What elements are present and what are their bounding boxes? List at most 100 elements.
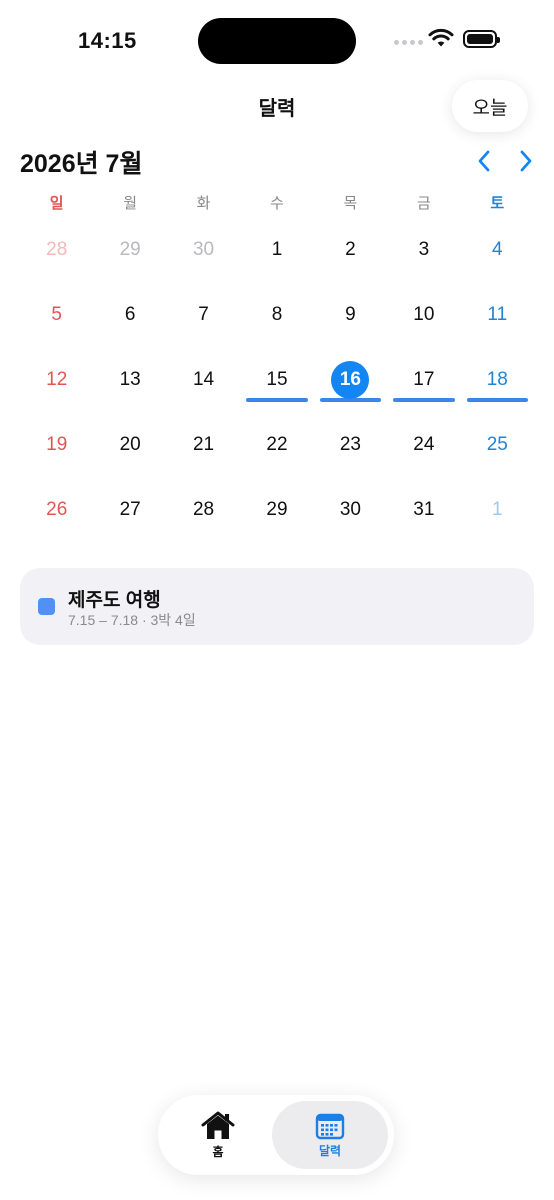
calendar-day[interactable]: 30: [167, 217, 240, 282]
event-bar: [466, 398, 528, 402]
calendar-day[interactable]: 29: [240, 477, 313, 542]
calendar-grid: 28 29 30 1 2 3 4 5 6 7 8 9 10 11 12 13 14 15 16 17 18 19 20 21 2…: [20, 217, 534, 542]
weekday-label: 토: [490, 195, 505, 212]
calendar-day[interactable]: 6: [93, 282, 166, 347]
day-number: 18: [486, 368, 508, 390]
calendar-day[interactable]: 28: [20, 217, 93, 282]
day-number: 14: [192, 368, 215, 390]
dynamic-island: [198, 18, 356, 64]
calendar-day[interactable]: 14: [167, 347, 240, 412]
calendar-day[interactable]: 23: [314, 412, 387, 477]
day-number: 1: [271, 238, 283, 260]
weekday-label: 금: [416, 195, 431, 212]
day-number: 22: [266, 433, 288, 455]
calendar-day[interactable]: 2: [314, 217, 387, 282]
day-number: 28: [46, 238, 68, 260]
day-number: 25: [486, 433, 508, 455]
calendar-day[interactable]: 26: [20, 477, 93, 542]
calendar-icon: [315, 1113, 345, 1139]
weekday-label: 월: [123, 195, 138, 212]
calendar-day[interactable]: 8: [240, 282, 313, 347]
day-number: 27: [119, 498, 141, 520]
day-number: 9: [345, 303, 356, 325]
day-number: 4: [491, 238, 503, 260]
calendar-day[interactable]: 28: [167, 477, 240, 542]
day-number: 26: [46, 498, 68, 520]
day-number: 12: [46, 368, 68, 390]
chevron-right-icon: [520, 150, 532, 172]
day-number: 1: [491, 498, 503, 520]
tab-bar: 홈 달력: [158, 1095, 394, 1175]
weekday-label: 일: [49, 195, 64, 212]
calendar-day[interactable]: 15: [240, 347, 313, 412]
today-button[interactable]: 오늘: [452, 80, 528, 132]
cellular-signal-icon: [394, 40, 423, 45]
day-number: 19: [46, 433, 68, 455]
calendar-day[interactable]: 13: [93, 347, 166, 412]
day-number: 23: [339, 433, 361, 455]
calendar-day[interactable]: 19: [20, 412, 93, 477]
calendar-day[interactable]: 7: [167, 282, 240, 347]
tab-home[interactable]: 홈: [164, 1101, 272, 1169]
status-time: 14:15: [78, 28, 137, 53]
calendar-day[interactable]: 9: [314, 282, 387, 347]
day-number: 15: [266, 368, 288, 390]
day-number: 31: [413, 498, 435, 520]
day-number: 6: [124, 303, 136, 325]
weekday-header: 일월화수목금토: [20, 192, 534, 213]
calendar-day[interactable]: 27: [93, 477, 166, 542]
day-number: 28: [192, 498, 215, 520]
calendar-day[interactable]: 17: [387, 347, 460, 412]
tab-home-label: 홈: [212, 1144, 224, 1159]
event-bar: [319, 398, 382, 402]
weekday-label: 수: [270, 195, 284, 212]
next-month-button[interactable]: [514, 148, 538, 174]
wifi-icon: [428, 28, 454, 47]
previous-month-button[interactable]: [472, 148, 496, 174]
event-bar: [393, 398, 455, 402]
calendar-day[interactable]: 10: [387, 282, 460, 347]
day-number: 8: [271, 303, 283, 325]
day-number: 17: [413, 368, 435, 390]
day-number: 10: [413, 303, 435, 325]
day-number: 20: [119, 433, 141, 455]
day-number: 30: [192, 238, 215, 260]
calendar-day[interactable]: 24: [387, 412, 460, 477]
calendar-day[interactable]: 31: [387, 477, 460, 542]
calendar-day[interactable]: 20: [93, 412, 166, 477]
event-bar: [246, 398, 308, 402]
calendar-day[interactable]: 29: [93, 217, 166, 282]
status-bar: 14:15: [0, 0, 554, 80]
calendar-day[interactable]: 12: [20, 347, 93, 412]
calendar-day[interactable]: 11: [461, 282, 534, 347]
calendar-day[interactable]: 5: [20, 282, 93, 347]
chevron-left-icon: [478, 150, 490, 172]
calendar-day[interactable]: 30: [314, 477, 387, 542]
event-color-swatch: [38, 598, 55, 615]
calendar-day[interactable]: 22: [240, 412, 313, 477]
day-number: 13: [119, 368, 141, 390]
day-number: 7: [198, 303, 209, 325]
calendar-day-today[interactable]: 16: [314, 347, 387, 412]
calendar-day[interactable]: 21: [167, 412, 240, 477]
weekday-label: 화: [196, 195, 211, 212]
calendar-day[interactable]: 25: [461, 412, 534, 477]
day-number: 21: [192, 433, 215, 455]
day-number: 16: [339, 368, 361, 390]
day-number: 30: [339, 498, 361, 520]
calendar-day[interactable]: 3: [387, 217, 460, 282]
tab-calendar[interactable]: 달력: [272, 1101, 388, 1169]
event-title: 제주도 여행: [68, 590, 161, 611]
calendar-day[interactable]: 18: [461, 347, 534, 412]
calendar-day[interactable]: 1: [461, 477, 534, 542]
month-title: 2026년 7월: [20, 150, 143, 178]
calendar-day[interactable]: 4: [461, 217, 534, 282]
day-number: 5: [51, 303, 62, 325]
event-card[interactable]: 제주도 여행 7.15 – 7.18 · 3박 4일: [20, 568, 534, 645]
day-number: 3: [418, 238, 430, 260]
day-number: 29: [266, 498, 288, 520]
calendar-day[interactable]: 1: [240, 217, 313, 282]
tab-calendar-label: 달력: [318, 1143, 342, 1158]
day-number: 29: [119, 238, 141, 260]
day-number: 2: [345, 238, 356, 260]
